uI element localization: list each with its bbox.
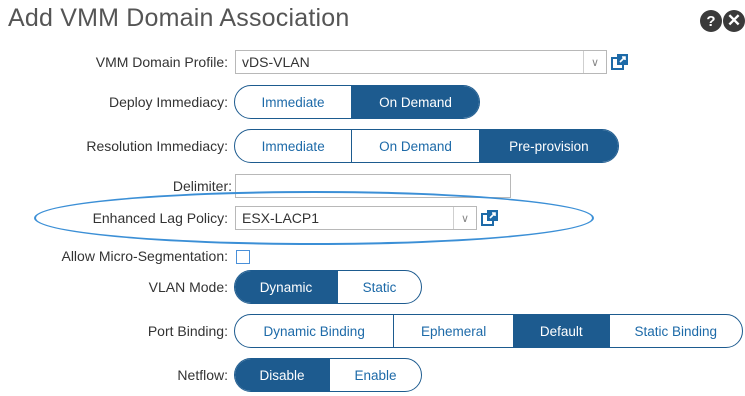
resolution-immediacy-pre-provision[interactable]: Pre-provision (479, 130, 618, 162)
delimiter-input[interactable] (235, 174, 511, 198)
netflow-enable[interactable]: Enable (330, 359, 421, 391)
vlan-mode-row: VLAN Mode: (0, 271, 228, 303)
netflow-toggle[interactable]: Disable Enable (234, 358, 422, 392)
vlan-mode-toggle[interactable]: Dynamic Static (234, 270, 422, 304)
port-binding-row: Port Binding: (0, 315, 228, 347)
resolution-immediacy-label: Resolution Immediacy: (86, 138, 228, 154)
port-binding-label: Port Binding: (147, 323, 228, 339)
external-link-icon[interactable] (611, 53, 629, 71)
delimiter-label: Delimiter: (172, 178, 232, 194)
resolution-immediacy-row: Resolution Immediacy: (0, 130, 228, 162)
close-icon[interactable]: ✕ (723, 10, 745, 32)
deploy-immediacy-immediate[interactable]: Immediate (235, 86, 353, 118)
allow-micro-segmentation-label: Allow Micro-Segmentation: (61, 248, 228, 264)
vlan-mode-dynamic[interactable]: Dynamic (235, 271, 338, 303)
vmm-domain-profile-row: VMM Domain Profile: (0, 46, 228, 78)
vmm-domain-profile-select[interactable]: vDS-VLAN ∨ (235, 50, 607, 74)
enhanced-lag-policy-row: Enhanced Lag Policy: (0, 202, 228, 234)
dialog-title: Add VMM Domain Association (8, 4, 350, 32)
netflow-label: Netflow: (177, 367, 228, 383)
enhanced-lag-policy-select[interactable]: ESX-LACP1 ∨ (235, 206, 477, 230)
port-binding-static-binding[interactable]: Static Binding (610, 315, 742, 347)
delimiter-row: Delimiter: (0, 170, 232, 202)
resolution-immediacy-toggle[interactable]: Immediate On Demand Pre-provision (234, 129, 619, 163)
question-icon[interactable]: ? (700, 10, 722, 32)
port-binding-ephemeral[interactable]: Ephemeral (394, 315, 514, 347)
deploy-immediacy-toggle[interactable]: Immediate On Demand (234, 85, 480, 119)
port-binding-dynamic-binding[interactable]: Dynamic Binding (235, 315, 395, 347)
vmm-domain-profile-label: VMM Domain Profile: (95, 54, 228, 70)
external-link-icon[interactable] (481, 209, 499, 227)
allow-micro-segmentation-checkbox[interactable] (236, 250, 250, 264)
chevron-down-icon[interactable]: ∨ (583, 51, 606, 73)
vlan-mode-static[interactable]: Static (338, 271, 421, 303)
deploy-immediacy-on-demand[interactable]: On Demand (352, 86, 479, 118)
chevron-down-icon[interactable]: ∨ (453, 207, 476, 229)
allow-micro-segmentation-row: Allow Micro-Segmentation: (0, 240, 228, 272)
enhanced-lag-policy-value: ESX-LACP1 (242, 210, 320, 226)
deploy-immediacy-row: Deploy Immediacy: (0, 86, 228, 118)
resolution-immediacy-on-demand[interactable]: On Demand (352, 130, 480, 162)
deploy-immediacy-label: Deploy Immediacy: (108, 94, 228, 110)
port-binding-toggle[interactable]: Dynamic Binding Ephemeral Default Static… (234, 314, 743, 348)
vlan-mode-label: VLAN Mode: (148, 279, 228, 295)
netflow-row: Netflow: (0, 359, 228, 391)
enhanced-lag-policy-label: Enhanced Lag Policy: (92, 210, 228, 226)
resolution-immediacy-immediate[interactable]: Immediate (235, 130, 353, 162)
port-binding-default[interactable]: Default (513, 315, 610, 347)
netflow-disable[interactable]: Disable (235, 359, 330, 391)
vmm-domain-profile-value: vDS-VLAN (242, 54, 310, 70)
